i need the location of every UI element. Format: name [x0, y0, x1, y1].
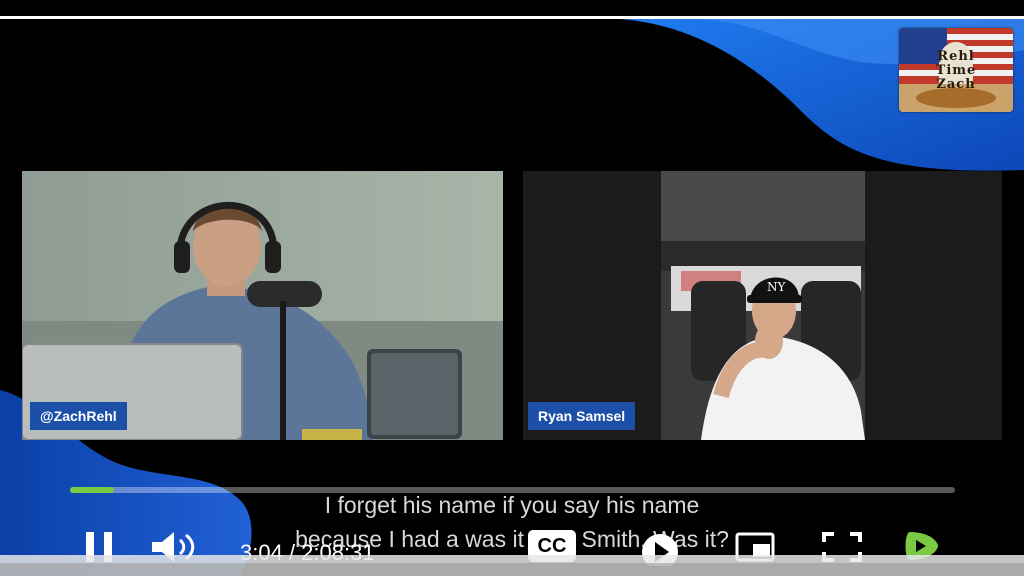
- cc-label: CC: [537, 535, 567, 557]
- participant-video-ryan: NY Ryan Samsel: [523, 171, 1002, 440]
- logo-text: Rehl Time Zach: [909, 50, 1003, 92]
- participant-name-tag: Ryan Samsel: [528, 402, 636, 430]
- caption-line-1: I forget his name if you say his name: [324, 492, 700, 518]
- logo-text-line3: Zach: [936, 77, 976, 92]
- video-player[interactable]: Rehl Time Zach @ZachRehl NY Ryan Samsel …: [0, 0, 1024, 576]
- car-interior-image: NY: [661, 171, 865, 440]
- participant-name-tag: @ZachRehl: [30, 402, 127, 430]
- seek-bar-progress: [70, 487, 115, 493]
- ryan-video-frame: NY: [661, 171, 865, 440]
- show-logo: Rehl Time Zach: [899, 28, 1013, 112]
- logo-text-line2: Time: [935, 63, 977, 78]
- logo-text-line1: Rehl: [937, 49, 975, 64]
- top-border-line: [0, 16, 1024, 19]
- participant-video-zach: @ZachRehl: [22, 171, 503, 440]
- svg-text:NY: NY: [767, 280, 787, 294]
- bottom-strip: [0, 563, 1024, 576]
- zach-video-frame: [22, 171, 503, 440]
